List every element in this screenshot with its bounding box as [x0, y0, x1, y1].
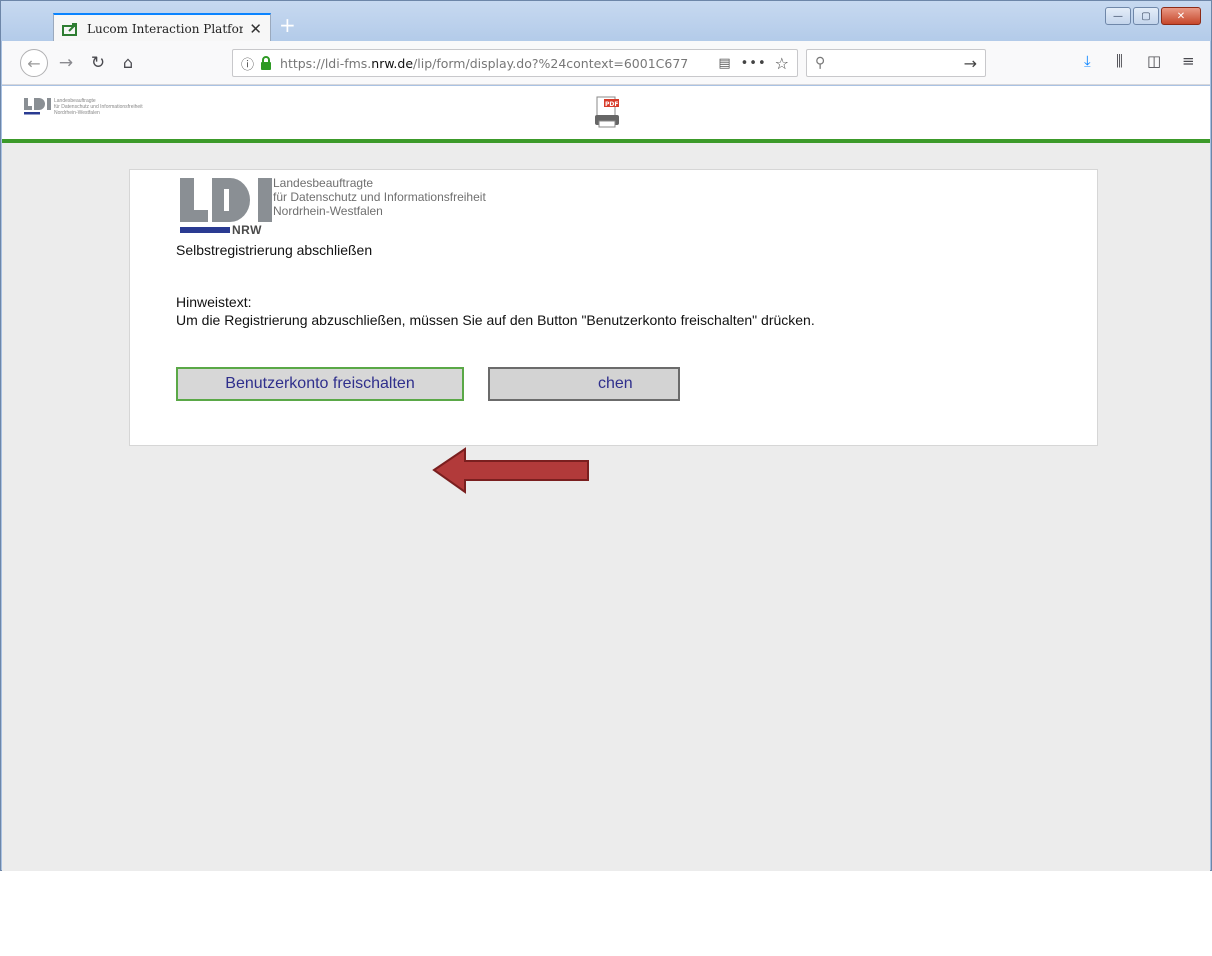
active-tab[interactable]: Lucom Interaction Platform (Se ✕	[53, 13, 271, 43]
page-actions-button[interactable]: •••	[741, 56, 767, 71]
url-bar[interactable]: ⓘ https://ldi-fms.nrw.de/lip/form/displa…	[232, 49, 798, 77]
home-button[interactable]: ⌂	[116, 50, 140, 74]
browser-window: Lucom Interaction Platform (Se ✕ + — ▢ ✕…	[0, 0, 1212, 871]
maximize-button[interactable]: ▢	[1133, 7, 1159, 25]
site-header: Landesbeauftragte für Datenschutz und In…	[2, 86, 1210, 143]
new-tab-button[interactable]: +	[279, 13, 296, 37]
lock-icon[interactable]	[260, 56, 272, 70]
search-icon: ⚲	[815, 55, 826, 71]
ldi-logo	[180, 178, 272, 222]
activate-account-button[interactable]: Benutzerkonto freischalten	[176, 367, 464, 401]
search-bar[interactable]: ⚲ →	[806, 49, 986, 77]
cancel-button[interactable]: chen	[488, 367, 680, 401]
home-icon: ⌂	[122, 52, 134, 72]
library-icon[interactable]: ⫼	[1116, 52, 1123, 70]
cancel-button-label: chen	[598, 375, 633, 392]
form-title: Selbstregistrierung abschließen	[176, 242, 373, 258]
menu-hamburger-icon[interactable]: ≡	[1182, 52, 1195, 70]
tab-title: Lucom Interaction Platform (Se	[87, 22, 244, 36]
small-logo-text: Landesbeauftragte für Datenschutz und In…	[54, 98, 143, 116]
ldi-small-logo	[24, 98, 51, 115]
info-icon[interactable]: ⓘ	[241, 54, 254, 73]
logo-text: Landesbeauftragte für Datenschutz und In…	[273, 176, 486, 218]
nrw-bar	[180, 227, 230, 233]
url-text[interactable]: https://ldi-fms.nrw.de/lip/form/display.…	[280, 56, 708, 71]
tab-close-icon[interactable]: ✕	[249, 20, 262, 38]
window-controls: — ▢ ✕	[1105, 7, 1201, 25]
hint-text: Um die Registrierung abzuschließen, müss…	[176, 312, 815, 328]
bookmark-star-icon[interactable]: ☆	[775, 54, 789, 73]
page-viewport: Landesbeauftragte für Datenschutz und In…	[2, 86, 1210, 871]
lucom-favicon-icon	[62, 22, 80, 36]
minimize-button[interactable]: —	[1105, 7, 1131, 25]
hint-label: Hinweistext:	[176, 294, 252, 310]
registration-card: Landesbeauftragte für Datenschutz und In…	[129, 169, 1098, 446]
arrow-left-icon: ←	[27, 53, 41, 73]
sidebar-icon[interactable]: ◫	[1147, 52, 1161, 70]
close-window-button[interactable]: ✕	[1161, 7, 1201, 25]
reload-icon: ↻	[90, 53, 106, 73]
reload-button[interactable]: ↻	[86, 51, 110, 75]
arrow-right-icon: →	[58, 53, 74, 73]
forward-button[interactable]: →	[54, 51, 78, 75]
nrw-label: NRW	[232, 223, 262, 237]
search-go-arrow-icon[interactable]: →	[964, 54, 977, 73]
reader-view-icon[interactable]: ▤	[718, 56, 730, 71]
navigation-toolbar: ← → ↻ ⌂ ⓘ https://ldi-fms.nrw.de/lip/for…	[2, 41, 1210, 85]
downloads-icon[interactable]: ⤓	[1084, 52, 1091, 70]
svg-text:PDF: PDF	[605, 101, 618, 108]
pdf-print-icon[interactable]: PDF	[594, 95, 622, 129]
title-bar: Lucom Interaction Platform (Se ✕ + — ▢ ✕	[1, 1, 1211, 43]
back-button[interactable]: ←	[20, 49, 48, 77]
